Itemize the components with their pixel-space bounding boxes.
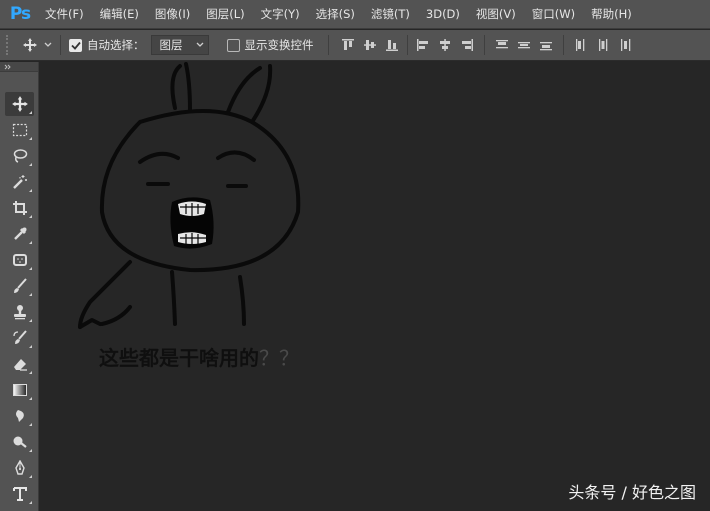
auto-select-checkbox[interactable] — [69, 38, 82, 52]
magic-wand-icon — [12, 175, 27, 189]
align-vertical-centers-icon[interactable] — [359, 34, 381, 56]
menu-filter[interactable]: 滤镜(T) — [371, 6, 410, 22]
options-bar: 自动选择： 图层 显示变换控件 — [0, 30, 710, 61]
menu-file[interactable]: 文件(F) — [45, 6, 84, 22]
canvas-caption: 这些都是干啥用的？？ — [99, 342, 299, 371]
document-canvas[interactable]: 这些都是干啥用的？？ 头条号 / 好色之图 — [40, 62, 710, 511]
pen-tool[interactable] — [5, 456, 34, 480]
blur-icon — [15, 410, 24, 422]
align-horizontal-centers-icon[interactable] — [434, 34, 456, 56]
move-tool[interactable] — [5, 92, 34, 116]
align-right-edges-icon[interactable] — [456, 34, 478, 56]
menu-select[interactable]: 选择(S) — [316, 6, 355, 22]
align-top-edges-icon[interactable] — [337, 34, 359, 56]
separator — [406, 35, 408, 55]
lasso-icon — [13, 149, 27, 163]
distribute-vertical-centers-icon[interactable] — [513, 34, 535, 56]
menu-edit[interactable]: 编辑(E) — [100, 6, 139, 22]
auto-select-label: 自动选择： — [87, 38, 145, 52]
tools-panel — [0, 62, 39, 511]
distribute-top-edges-icon[interactable] — [491, 34, 513, 56]
caption-question-marks: ？？ — [259, 346, 299, 370]
eraser-icon — [13, 359, 27, 371]
menu-layer[interactable]: 图层(L) — [206, 6, 244, 22]
distribute-right-edges-icon[interactable] — [614, 34, 636, 56]
eyedropper-tool[interactable] — [5, 222, 34, 246]
menu-bar: Ps 文件(F) 编辑(E) 图像(I) 图层(L) 文字(Y) 选择(S) 滤… — [0, 0, 710, 29]
crop-icon — [12, 201, 27, 215]
brush-icon — [13, 278, 27, 293]
tools-panel-header[interactable] — [0, 62, 38, 72]
dodge-tool[interactable] — [5, 430, 34, 454]
type-tool[interactable] — [5, 482, 34, 506]
history-brush-icon — [12, 330, 27, 344]
history-brush-tool[interactable] — [5, 326, 34, 350]
rabbit-drawing — [78, 62, 301, 329]
rect-marquee-icon — [12, 123, 27, 137]
pen-icon — [14, 460, 25, 475]
separator — [483, 35, 485, 55]
show-transform-label: 显示变换控件 — [244, 38, 314, 52]
photoshop-window: Ps 文件(F) 编辑(E) 图像(I) 图层(L) 文字(Y) 选择(S) 滤… — [0, 0, 710, 511]
separator — [327, 35, 329, 55]
magic-wand-tool[interactable] — [5, 170, 34, 194]
menu-type[interactable]: 文字(Y) — [261, 6, 300, 22]
eraser-tool[interactable] — [5, 352, 34, 376]
clone-stamp-icon — [13, 305, 26, 320]
caption-text: 这些都是干啥用的 — [99, 346, 259, 370]
distribute-horizontal-centers-icon[interactable] — [592, 34, 614, 56]
brush-tool[interactable] — [5, 274, 34, 298]
separator — [60, 35, 61, 55]
menu-help[interactable]: 帮助(H) — [591, 6, 632, 22]
marquee-tool[interactable] — [5, 118, 34, 142]
dodge-icon — [13, 436, 27, 448]
crop-tool[interactable] — [5, 196, 34, 220]
healing-brush-tool[interactable] — [5, 248, 34, 272]
type-icon — [12, 487, 27, 501]
align-bottom-edges-icon[interactable] — [381, 34, 403, 56]
options-grip[interactable] — [6, 35, 12, 55]
menu-view[interactable]: 视图(V) — [476, 6, 516, 22]
move-tool-preset-icon[interactable] — [22, 37, 38, 53]
separator — [562, 35, 564, 55]
dropdown-value: 图层 — [159, 38, 183, 52]
ps-logo: Ps — [9, 4, 31, 24]
eyedropper-icon — [13, 227, 26, 240]
move-icon — [11, 96, 28, 112]
collapse-chevrons-icon[interactable] — [4, 64, 12, 70]
blur-tool[interactable] — [5, 404, 34, 428]
gradient-tool[interactable] — [5, 378, 34, 402]
chevron-down-icon — [196, 42, 203, 47]
menu-image[interactable]: 图像(I) — [155, 6, 190, 22]
align-left-edges-icon[interactable] — [412, 34, 434, 56]
show-transform-checkbox[interactable] — [226, 38, 240, 52]
healing-brush-icon — [12, 254, 27, 266]
menu-window[interactable]: 窗口(W) — [532, 6, 575, 22]
gradient-icon — [12, 384, 27, 396]
watermark: 头条号 / 好色之图 — [568, 483, 696, 502]
distribute-left-edges-icon[interactable] — [570, 34, 592, 56]
menu-3d[interactable]: 3D(D) — [426, 7, 460, 21]
chevron-down-icon[interactable] — [44, 42, 52, 48]
clone-stamp-tool[interactable] — [5, 300, 34, 324]
lasso-tool[interactable] — [5, 144, 34, 168]
auto-select-target-dropdown[interactable]: 图层 — [150, 35, 209, 55]
distribute-bottom-edges-icon[interactable] — [535, 34, 557, 56]
